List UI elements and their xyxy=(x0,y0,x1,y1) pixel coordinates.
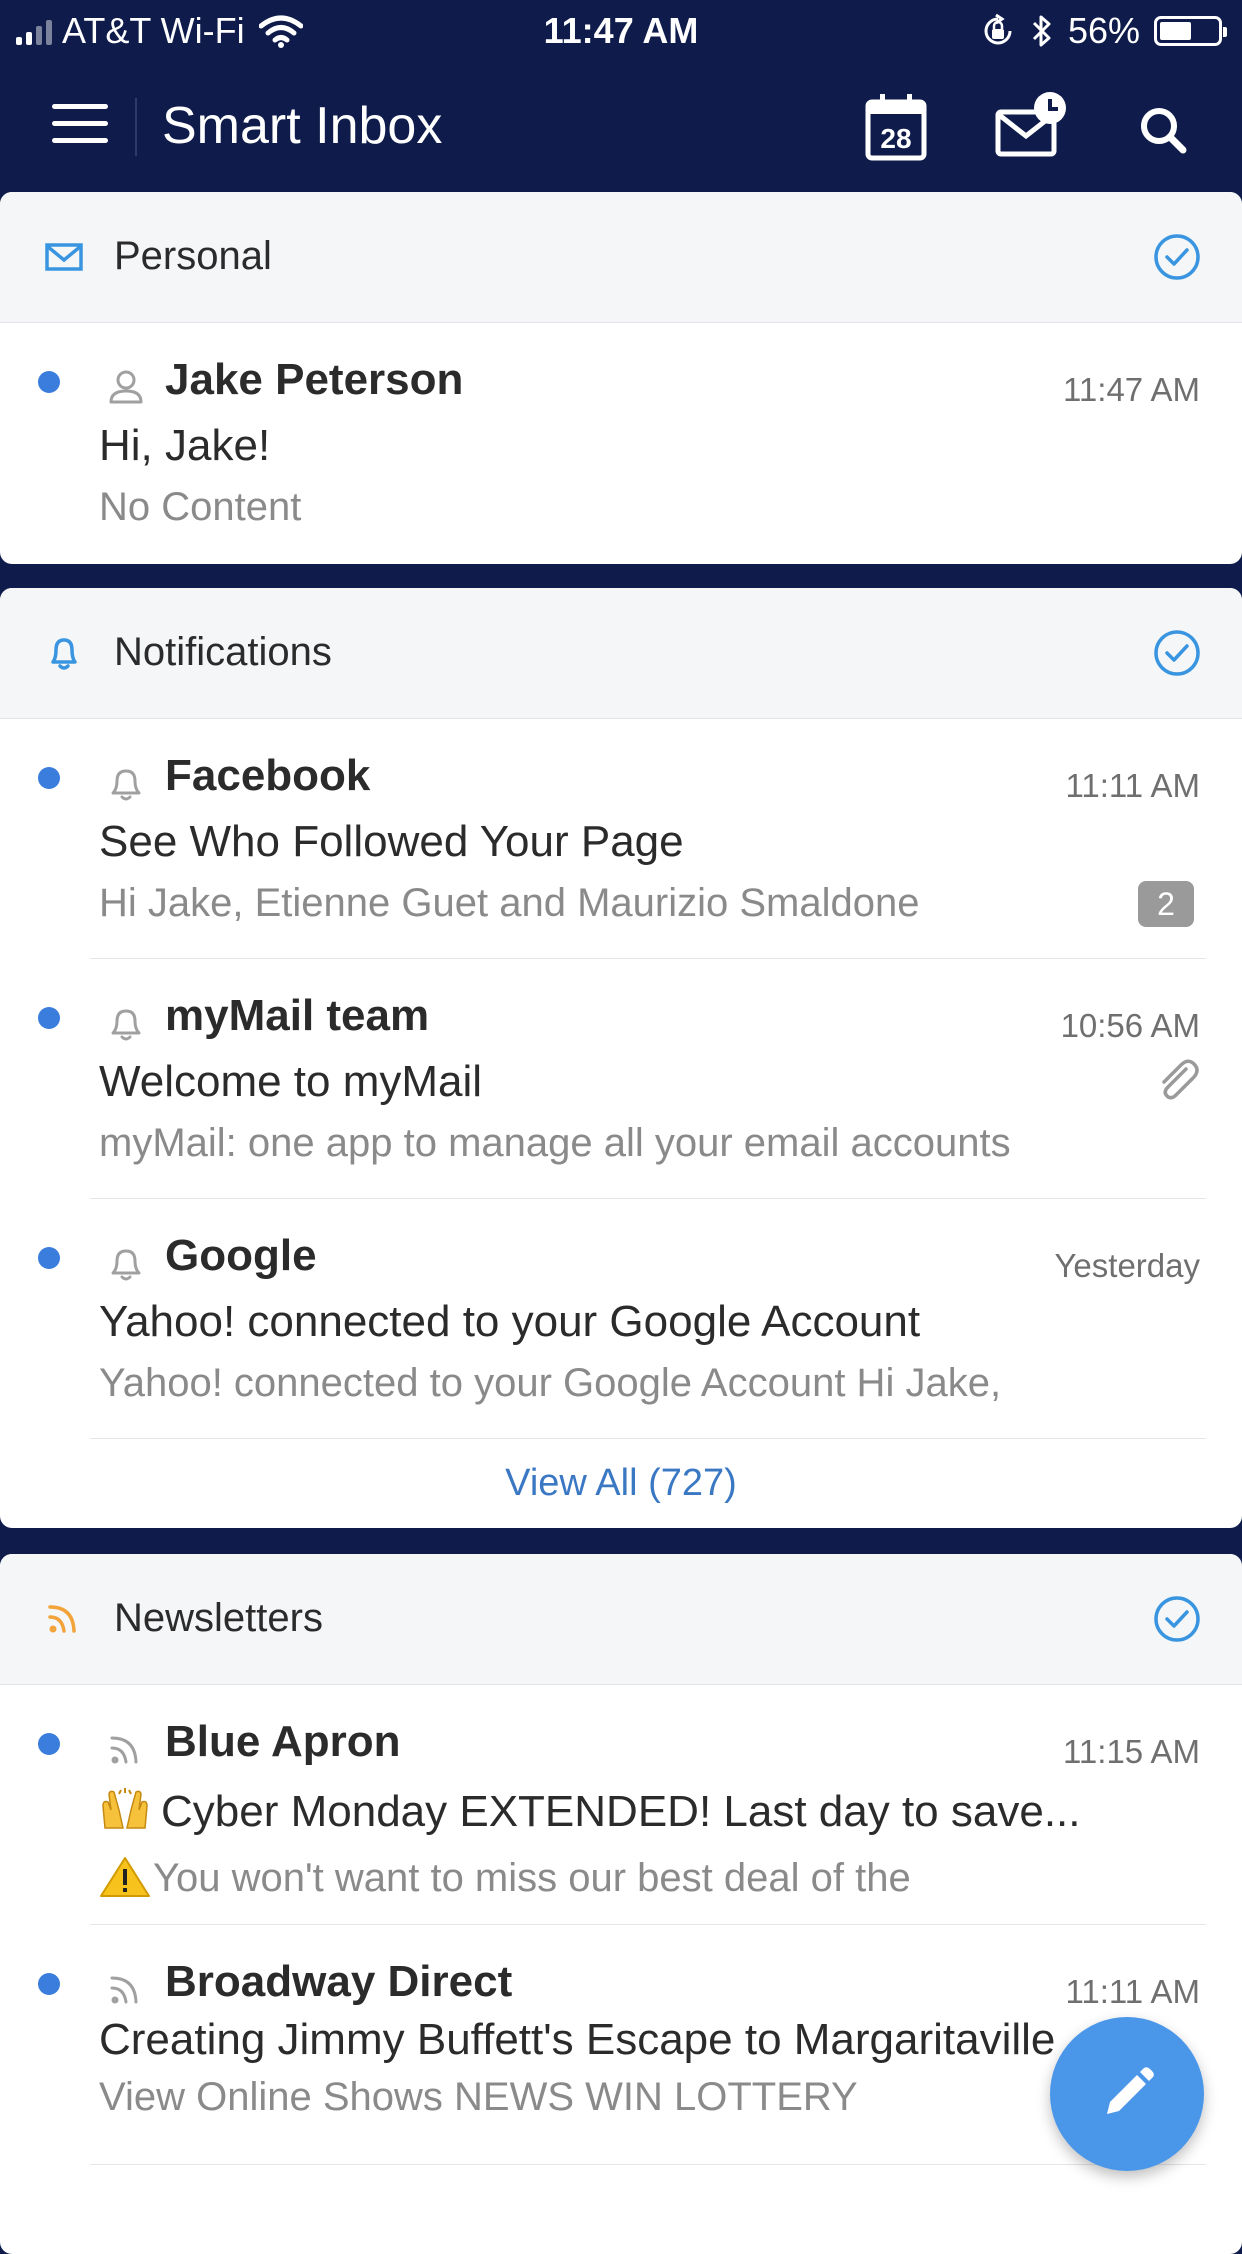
thread-count-badge: 2 xyxy=(1138,881,1194,927)
message-time: 10:56 AM xyxy=(1060,1007,1200,1044)
personal-section: Personal Jake Peterson 11:47 AM Hi, Jake… xyxy=(0,192,1242,564)
section-title: Notifications xyxy=(114,630,332,674)
envelope-icon xyxy=(45,243,83,271)
message-time: 11:15 AM xyxy=(1063,1733,1200,1770)
check-circle-icon[interactable] xyxy=(1152,232,1202,282)
bell-icon xyxy=(111,769,141,801)
newsletters-section: Newsletters Blue Apron 11:15 AM Cyber Mo… xyxy=(0,1554,1242,2254)
scheduled-mail-icon xyxy=(995,92,1066,157)
message-row[interactable]: Broadway Direct 11:11 AM Creating Jimmy … xyxy=(0,1925,1242,2165)
rss-icon xyxy=(48,1605,76,1633)
message-subject-line: Cyber Monday EXTENDED! Last day to save.… xyxy=(99,1787,1142,1837)
calendar-day: 28 xyxy=(880,123,911,154)
message-preview: No Content xyxy=(99,485,302,529)
app-header: Smart Inbox 28 xyxy=(0,60,1242,190)
unread-dot xyxy=(38,767,60,789)
message-preview: You won't want to miss our best deal of … xyxy=(153,1856,911,1900)
check-circle-icon[interactable] xyxy=(1152,628,1202,678)
message-row[interactable]: myMail team 10:56 AM Welcome to myMail m… xyxy=(0,959,1242,1199)
message-preview-line: You won't want to miss our best deal of … xyxy=(99,1855,1152,1901)
person-icon xyxy=(109,370,143,404)
message-sender: myMail team xyxy=(165,991,430,1040)
personal-section-header[interactable]: Personal xyxy=(0,192,1242,323)
message-preview: View Online Shows NEWS WIN LOTTERY xyxy=(99,2075,858,2119)
message-preview: myMail: one app to manage all your email… xyxy=(99,1121,1011,1165)
notifications-section: Notifications Facebook 11:11 AM See Who … xyxy=(0,588,1242,1528)
message-row[interactable]: Jake Peterson 11:47 AM Hi, Jake! No Cont… xyxy=(0,323,1242,563)
unread-dot xyxy=(38,371,60,393)
calendar-icon: 28 xyxy=(865,94,927,161)
message-sender: Broadway Direct xyxy=(165,1957,513,2006)
calendar-button[interactable]: 28 xyxy=(856,88,936,168)
rotation-lock-icon xyxy=(984,13,1012,45)
bluetooth-icon xyxy=(1032,15,1051,47)
message-preview: Hi Jake, Etienne Guet and Maurizio Smald… xyxy=(99,881,920,925)
compose-button[interactable] xyxy=(1050,2017,1204,2171)
check-circle-icon[interactable] xyxy=(1152,1594,1202,1644)
message-sender: Jake Peterson xyxy=(165,355,464,404)
battery-fill xyxy=(1160,22,1192,40)
unread-dot xyxy=(38,1733,60,1755)
message-subject: Hi, Jake! xyxy=(99,421,271,470)
message-time: 11:11 AM xyxy=(1065,767,1200,804)
message-subject: Creating Jimmy Buffett's Escape to Marga… xyxy=(99,2015,1056,2064)
message-row[interactable]: Google Yesterday Yahoo! connected to you… xyxy=(0,1199,1242,1439)
row-divider xyxy=(90,2164,1206,2165)
section-title: Newsletters xyxy=(114,1596,323,1640)
rss-icon xyxy=(110,1976,138,2004)
battery-percent: 56% xyxy=(1067,10,1140,51)
view-all-link[interactable]: View All (727) xyxy=(0,1439,1242,1527)
pencil-icon xyxy=(1107,2067,1154,2114)
scheduled-mail-button[interactable] xyxy=(990,88,1070,168)
message-sender: Blue Apron xyxy=(165,1717,401,1766)
message-row[interactable]: Facebook 11:11 AM See Who Followed Your … xyxy=(0,719,1242,959)
top-bar: AT&T Wi-Fi 11:47 AM 56% Smart Inbox 28 xyxy=(0,0,1242,190)
menu-icon[interactable] xyxy=(52,104,110,144)
status-right: 56% xyxy=(980,10,1227,52)
paperclip-icon xyxy=(1162,1059,1199,1100)
bell-icon xyxy=(111,1009,141,1041)
message-preview: Yahoo! connected to your Google Account … xyxy=(99,1361,1002,1405)
unread-dot xyxy=(38,1973,60,1995)
message-sender: Facebook xyxy=(165,751,371,800)
message-row[interactable]: Blue Apron 11:15 AM Cyber Monday EXTENDE… xyxy=(0,1685,1242,1925)
message-subject: Yahoo! connected to your Google Account xyxy=(99,1297,921,1346)
rss-icon xyxy=(110,1736,138,1764)
header-divider xyxy=(135,98,137,156)
search-icon xyxy=(1141,108,1187,154)
battery-icon xyxy=(1154,16,1227,46)
raised-hands-icon xyxy=(102,1788,148,1829)
unread-dot xyxy=(38,1007,60,1029)
newsletters-section-header[interactable]: Newsletters xyxy=(0,1554,1242,1685)
message-subject: Cyber Monday EXTENDED! Last day to save.… xyxy=(161,1787,1081,1836)
warning-icon xyxy=(100,1857,150,1897)
message-time: 11:11 AM xyxy=(1065,1973,1200,2010)
message-time: 11:47 AM xyxy=(1063,371,1200,408)
notifications-section-header[interactable]: Notifications xyxy=(0,588,1242,719)
page-title: Smart Inbox xyxy=(162,97,443,155)
status-bar: AT&T Wi-Fi 11:47 AM 56% xyxy=(0,0,1242,60)
unread-dot xyxy=(38,1247,60,1269)
message-time: Yesterday xyxy=(1054,1247,1200,1284)
bell-icon xyxy=(111,1249,141,1281)
bell-icon xyxy=(51,638,77,670)
search-button[interactable] xyxy=(1125,88,1205,168)
message-subject: See Who Followed Your Page xyxy=(99,817,684,866)
message-subject: Welcome to myMail xyxy=(99,1057,483,1106)
section-title: Personal xyxy=(114,234,272,278)
message-sender: Google xyxy=(165,1231,317,1280)
